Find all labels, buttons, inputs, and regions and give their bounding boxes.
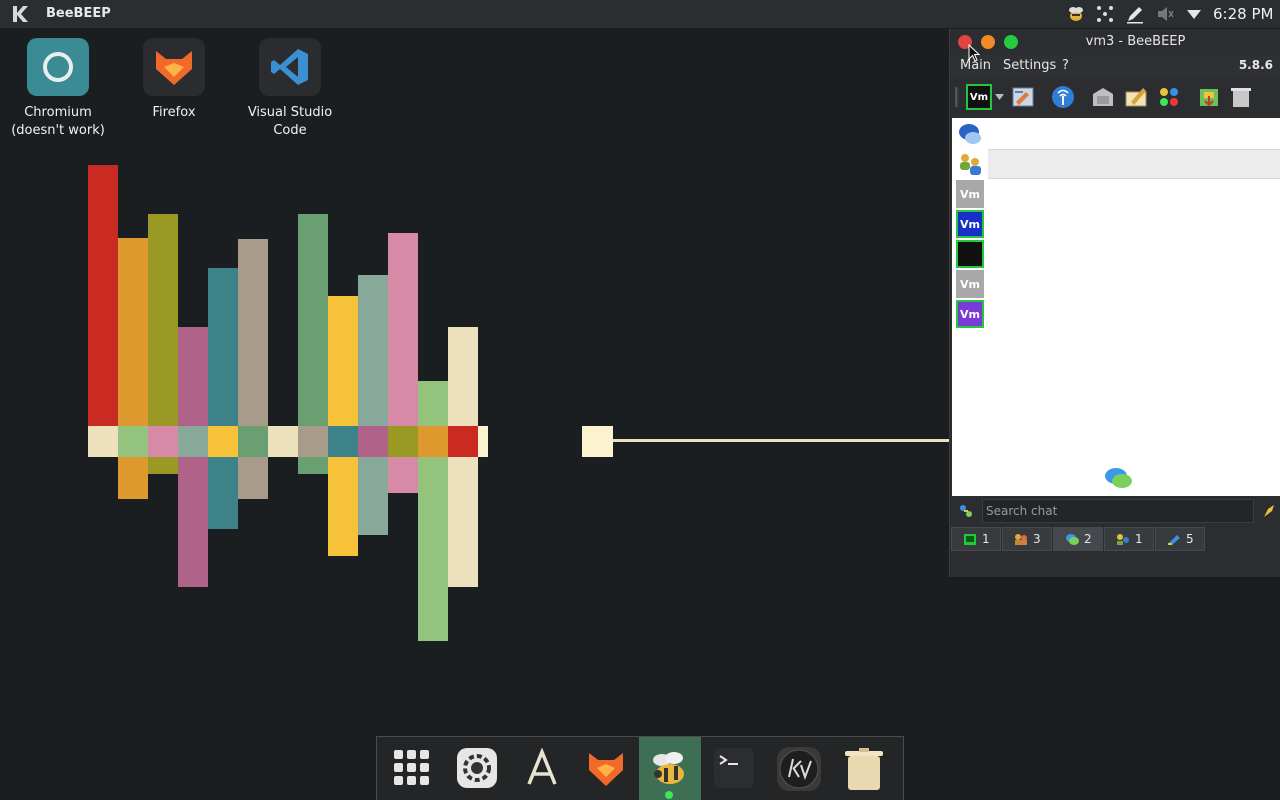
vscode-icon — [259, 38, 321, 96]
terminal-icon — [714, 748, 754, 788]
mouse-cursor-icon — [968, 44, 980, 62]
dock-firefox[interactable] — [575, 737, 637, 800]
desktop-icon-label: Visual Studio Code — [247, 105, 333, 138]
chat-list-panel: Vm Vm Vm Vm — [952, 118, 1280, 496]
desktop-icon-vscode[interactable]: Visual Studio Code — [240, 38, 340, 140]
group-users-icon[interactable] — [956, 150, 984, 178]
chats-icon — [1066, 534, 1079, 545]
firefox-icon — [143, 38, 205, 96]
beebeep-icon — [653, 752, 684, 784]
settings-icon — [457, 748, 497, 788]
dock-trash[interactable] — [833, 737, 895, 800]
wallpaper-bars — [88, 165, 950, 641]
text-editor-icon — [527, 748, 557, 785]
write-message-icon[interactable] — [1123, 84, 1149, 110]
clear-search-icon[interactable] — [1262, 503, 1276, 519]
beebeep-window: vm3 - BeeBEEP Main Settings ? 5.8.6 Vm V… — [949, 29, 1280, 577]
menu-settings[interactable]: Settings — [1003, 58, 1056, 73]
groups-icon — [1015, 534, 1027, 545]
edit-profile-icon[interactable] — [1010, 84, 1036, 110]
active-app-name: BeeBEEP — [46, 6, 111, 21]
toolbar-grip-icon[interactable] — [955, 87, 959, 107]
network-signal-icon[interactable] — [1050, 84, 1076, 110]
window-titlebar[interactable]: vm3 - BeeBEEP — [950, 29, 1280, 55]
volume-muted-icon[interactable] — [1155, 4, 1175, 24]
user-sidebar: Vm Vm Vm Vm — [952, 118, 988, 496]
user-avatar-vm[interactable]: Vm — [956, 300, 984, 328]
chevron-down-icon[interactable] — [1184, 4, 1204, 24]
clock[interactable]: 6:28 PM — [1213, 5, 1273, 23]
search-chat-input[interactable] — [982, 499, 1254, 523]
window-title: vm3 - BeeBEEP — [1085, 34, 1186, 49]
user-avatar-vm[interactable]: Vm — [956, 210, 984, 238]
user-avatar-vm[interactable]: Vm — [956, 270, 984, 298]
tab-group-chats[interactable]: 1 — [1104, 527, 1154, 551]
chat-icon — [1105, 468, 1132, 488]
trash-icon[interactable] — [1228, 84, 1254, 110]
pen-icon[interactable] — [1125, 4, 1145, 24]
network-icon[interactable] — [1095, 4, 1115, 24]
dock-text-editor[interactable] — [511, 737, 573, 800]
menu-help[interactable]: ? — [1062, 58, 1069, 73]
firefox-icon — [589, 753, 623, 786]
dock-kv[interactable] — [768, 737, 830, 800]
toolbar: Vm — [950, 77, 1280, 117]
selected-group-row[interactable] — [988, 149, 1280, 179]
user-avatar-vm[interactable]: Vm — [956, 180, 984, 208]
mailbox-icon[interactable] — [1090, 84, 1116, 110]
dock — [376, 736, 904, 800]
desktop-icon-chromium[interactable]: Chromium (doesn't work) — [8, 38, 108, 140]
desktop-icon-label: Chromium (doesn't work) — [11, 105, 105, 138]
menubar: Main Settings ? 5.8.6 — [950, 55, 1280, 77]
dock-settings[interactable] — [446, 737, 508, 800]
version-label: 5.8.6 — [1238, 58, 1273, 72]
users-icon — [964, 534, 976, 545]
desktop-icon-label: Firefox — [152, 105, 196, 120]
tab-chats[interactable]: 2 — [1053, 527, 1103, 551]
group-chat-icon — [1117, 534, 1129, 545]
running-indicator-icon — [665, 791, 673, 799]
trash-icon — [845, 748, 883, 790]
chromium-icon — [27, 38, 89, 96]
kv-icon — [777, 747, 821, 791]
dock-beebeep[interactable] — [639, 737, 701, 800]
kde-logo-icon[interactable] — [10, 3, 32, 25]
search-bar — [950, 497, 1280, 525]
desktop-icon-firefox[interactable]: Firefox — [124, 38, 224, 122]
tab-bar: 1 3 2 1 5 — [950, 527, 1280, 551]
top-panel: BeeBEEP 6:28 PM — [0, 0, 1280, 28]
search-options-icon[interactable] — [958, 503, 974, 519]
chat-bubbles-icon[interactable] — [956, 120, 984, 148]
tab-groups[interactable]: 3 — [1002, 527, 1052, 551]
app-grid-icon — [394, 750, 429, 785]
dock-terminal[interactable] — [703, 737, 765, 800]
chevron-down-icon[interactable] — [995, 94, 1004, 100]
dock-app-grid[interactable] — [381, 737, 443, 800]
beebeep-tray-icon[interactable] — [1066, 4, 1086, 24]
tab-shares[interactable]: 5 — [1155, 527, 1205, 551]
my-status-button[interactable]: Vm — [966, 84, 992, 110]
user-avatar-dark[interactable] — [956, 240, 984, 268]
plugins-icon[interactable] — [1156, 84, 1182, 110]
share-icon — [1168, 535, 1180, 545]
download-icon[interactable] — [1196, 84, 1222, 110]
tab-users[interactable]: 1 — [951, 527, 1001, 551]
